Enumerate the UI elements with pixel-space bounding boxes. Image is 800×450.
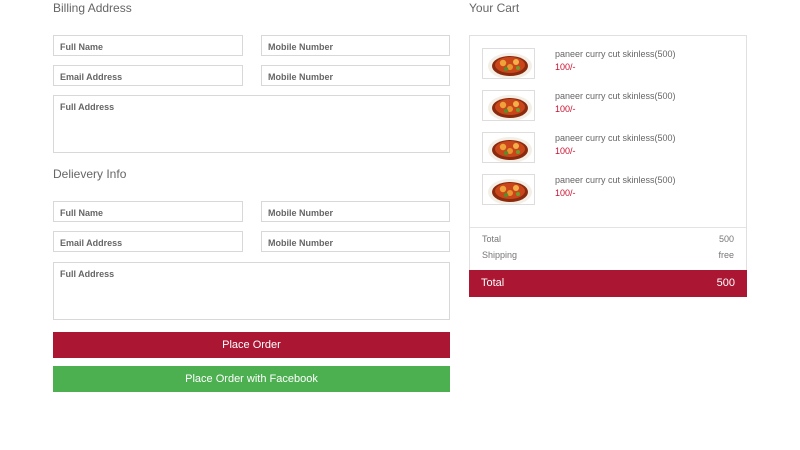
curry-dish-image bbox=[482, 90, 535, 121]
cart-total-bar: Total 500 bbox=[469, 270, 747, 297]
billing-mobile-input-2[interactable]: Mobile Number bbox=[261, 65, 450, 86]
delivery-full-address-textarea[interactable]: Full Address bbox=[53, 262, 450, 320]
cart-heading: Your Cart bbox=[469, 1, 520, 15]
delivery-email-input[interactable]: Email Address bbox=[53, 231, 243, 252]
place-order-button[interactable]: Place Order bbox=[53, 332, 450, 358]
billing-mobile-input[interactable]: Mobile Number bbox=[261, 35, 450, 56]
cart-item-price: 100/- bbox=[555, 146, 576, 156]
delivery-full-name-input[interactable]: Full Name bbox=[53, 201, 243, 222]
cart-item-price: 100/- bbox=[555, 104, 576, 114]
delivery-info-heading: Delievery Info bbox=[53, 167, 127, 181]
place-order-facebook-button[interactable]: Place Order with Facebook bbox=[53, 366, 450, 392]
cart-item-name: paneer curry cut skinless(500) bbox=[555, 49, 676, 59]
total-label: Total bbox=[481, 277, 505, 289]
curry-dish-image bbox=[482, 132, 535, 163]
cart-item-name: paneer curry cut skinless(500) bbox=[555, 91, 676, 101]
cart-item-name: paneer curry cut skinless(500) bbox=[555, 175, 676, 185]
cart-divider bbox=[470, 227, 746, 228]
cart-item: paneer curry cut skinless(500) 100/- bbox=[482, 174, 742, 206]
cart-item-name: paneer curry cut skinless(500) bbox=[555, 133, 676, 143]
cart-shipping-row: Shipping free bbox=[482, 250, 734, 260]
curry-dish-image bbox=[482, 48, 535, 79]
delivery-mobile-input[interactable]: Mobile Number bbox=[261, 201, 450, 222]
shipping-value: free bbox=[718, 250, 734, 260]
cart-item: paneer curry cut skinless(500) 100/- bbox=[482, 132, 742, 164]
billing-full-address-textarea[interactable]: Full Address bbox=[53, 95, 450, 153]
subtotal-label: Total bbox=[482, 234, 502, 244]
delivery-mobile-input-2[interactable]: Mobile Number bbox=[261, 231, 450, 252]
billing-address-heading: Billing Address bbox=[53, 1, 132, 15]
cart-item-price: 100/- bbox=[555, 188, 576, 198]
billing-email-input[interactable]: Email Address bbox=[53, 65, 243, 86]
curry-dish-image bbox=[482, 174, 535, 205]
cart-subtotal-row: Total 500 bbox=[482, 234, 734, 244]
shipping-label: Shipping bbox=[482, 250, 518, 260]
billing-full-name-input[interactable]: Full Name bbox=[53, 35, 243, 56]
cart-item: paneer curry cut skinless(500) 100/- bbox=[482, 90, 742, 122]
subtotal-value: 500 bbox=[718, 234, 734, 244]
total-value: 500 bbox=[716, 277, 735, 289]
cart-item: paneer curry cut skinless(500) 100/- bbox=[482, 48, 742, 80]
cart-panel: paneer curry cut skinless(500) 100/- pan… bbox=[469, 35, 747, 297]
cart-item-price: 100/- bbox=[555, 62, 576, 72]
